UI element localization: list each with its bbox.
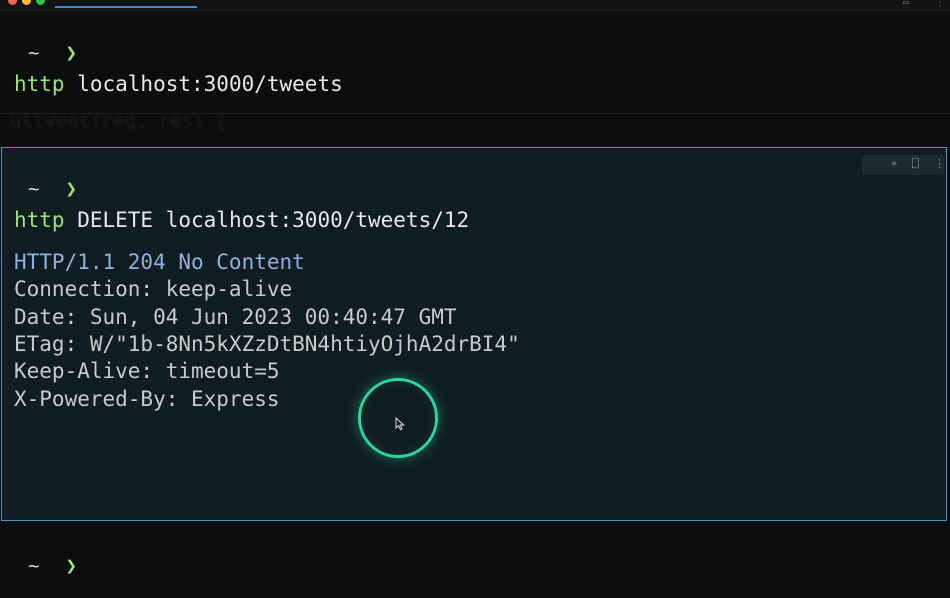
command-program: http xyxy=(14,72,65,96)
prompt-directory: ~ xyxy=(28,178,40,200)
response-header: Keep-Alive: timeout=5 xyxy=(14,359,280,383)
prompt-chevron-icon: ❯ xyxy=(65,42,77,64)
response-header: X-Powered-By: Express xyxy=(14,387,280,411)
prompt: ~ ❯ xyxy=(28,42,77,64)
response-header: Connection: keep-alive xyxy=(14,277,293,301)
command-line[interactable]: http DELETE localhost:3000/tweets/12 xyxy=(14,208,469,232)
command-args: DELETE localhost:3000/tweets/12 xyxy=(64,208,470,232)
response-header: ETag: W/"1b-8Nn5kXZzDtBN4htiyOjhA2drBI4" xyxy=(14,332,520,356)
command-line[interactable]: http localhost:3000/tweets xyxy=(14,72,343,96)
command-program: http xyxy=(14,208,65,232)
block-actions: ⌖ ⎕ ⋮ xyxy=(862,155,945,175)
prompt-directory: ~ xyxy=(28,555,40,577)
response-status: HTTP/1.1 204 No Content xyxy=(14,250,305,274)
pin-icon[interactable]: ⌖ xyxy=(891,157,897,171)
mouse-pointer-icon xyxy=(395,417,405,431)
command-args: localhost:3000/tweets xyxy=(64,72,343,96)
response-header: Date: Sun, 04 Jun 2023 00:40:47 GMT xyxy=(14,305,457,329)
prompt-chevron-icon: ❯ xyxy=(65,555,77,577)
current-prompt[interactable]: ~ ❯ xyxy=(28,555,77,577)
more-icon[interactable]: ⋮ xyxy=(934,157,945,170)
bookmark-icon[interactable]: ⎕ xyxy=(912,157,919,170)
prompt-chevron-icon: ❯ xyxy=(65,178,77,200)
command-block[interactable]: ~ ❯ http localhost:3000/tweets xyxy=(0,0,950,146)
block-divider xyxy=(0,113,950,114)
prompt-directory: ~ xyxy=(28,42,40,64)
prompt: ~ ❯ xyxy=(28,178,77,200)
